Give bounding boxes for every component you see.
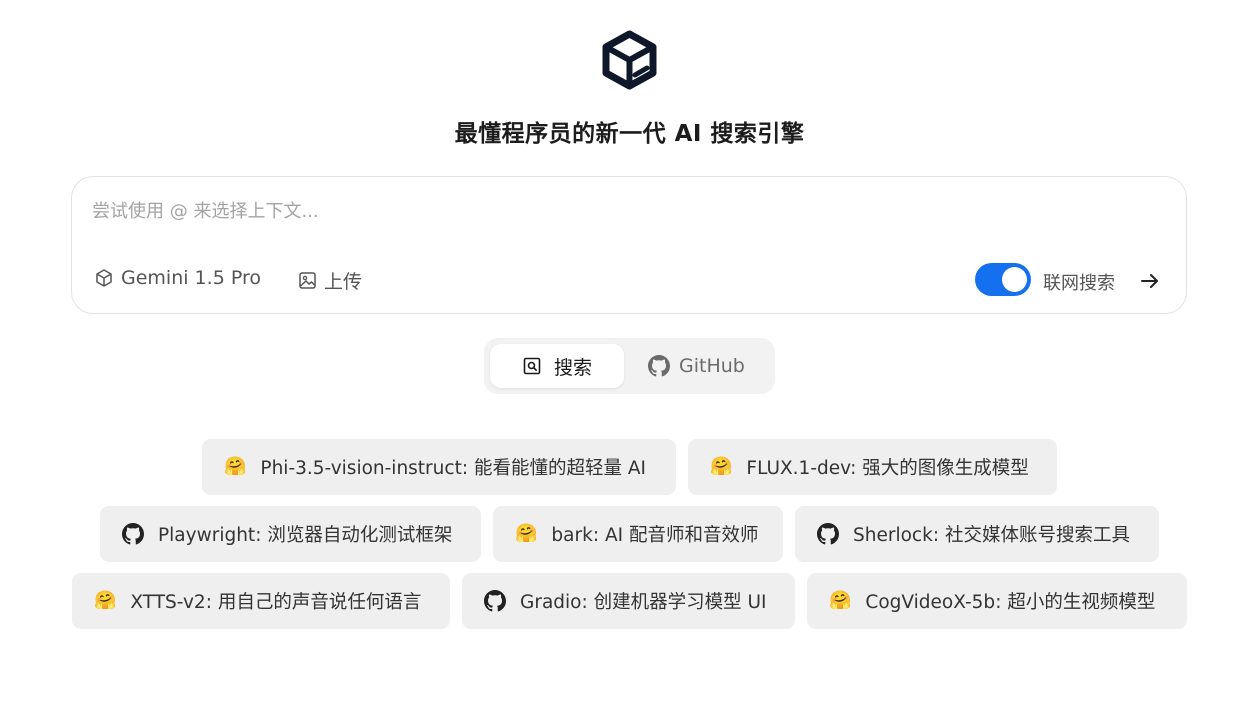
suggestion-desc: 创建机器学习模型 UI xyxy=(593,592,767,613)
suggestion-desc: AI 配音师和音效师 xyxy=(604,525,759,546)
search-icon xyxy=(523,357,541,375)
suggestion-desc: 社交媒体账号搜索工具 xyxy=(944,525,1130,546)
upload-button[interactable]: 上传 xyxy=(298,267,362,294)
hugging-face-icon: 🤗 xyxy=(224,456,247,477)
hugging-face-icon: 🤗 xyxy=(515,523,538,544)
suggestion-name: Phi-3.5-vision-instruct xyxy=(260,458,462,479)
search-box[interactable]: 尝试使用 @ 来选择上下文... Gemini 1.5 Pro 上传 联网搜索 xyxy=(71,176,1187,314)
suggestion-chip[interactable]: 🤗 Phi-3.5-vision-instruct: 能看能懂的超轻量 AI xyxy=(202,439,676,495)
suggestion-desc: 浏览器自动化测试框架 xyxy=(267,525,453,546)
github-icon xyxy=(484,590,506,612)
model-selector[interactable]: Gemini 1.5 Pro xyxy=(94,267,261,289)
cube-logo-icon xyxy=(602,30,657,90)
github-icon xyxy=(122,523,144,545)
model-label: Gemini 1.5 Pro xyxy=(121,267,261,289)
suggestion-desc: 超小的生视频模型 xyxy=(1007,592,1156,613)
suggestion-name: Sherlock xyxy=(853,525,933,546)
suggestion-chip[interactable]: Playwright: 浏览器自动化测试框架 xyxy=(100,506,481,562)
suggestion-name: XTTS-v2 xyxy=(130,592,206,613)
tab-search[interactable]: 搜索 xyxy=(490,344,624,388)
suggestion-desc: 能看能懂的超轻量 AI xyxy=(473,458,646,479)
suggestion-name: Playwright xyxy=(158,525,256,546)
upload-label: 上传 xyxy=(324,271,363,293)
search-input[interactable]: 尝试使用 @ 来选择上下文... xyxy=(92,197,319,223)
hugging-face-icon: 🤗 xyxy=(710,456,733,477)
image-icon xyxy=(299,272,316,289)
hugging-face-icon: 🤗 xyxy=(94,590,117,611)
suggestion-name: bark xyxy=(551,525,593,546)
web-search-toggle[interactable] xyxy=(975,263,1031,296)
suggestion-chip[interactable]: Gradio: 创建机器学习模型 UI xyxy=(462,573,795,629)
page-title: 最懂程序员的新一代 AI 搜索引擎 xyxy=(454,121,805,147)
toggle-knob xyxy=(1002,267,1027,292)
suggestion-desc: 强大的图像生成模型 xyxy=(862,458,1029,479)
hugging-face-icon: 🤗 xyxy=(829,590,852,611)
suggestion-chip[interactable]: 🤗 XTTS-v2: 用自己的声音说任何语言 xyxy=(72,573,450,629)
suggestion-name: Gradio xyxy=(520,592,582,613)
suggestion-chip[interactable]: 🤗 bark: AI 配音师和音效师 xyxy=(493,506,783,562)
suggestion-desc: 用自己的声音说任何语言 xyxy=(217,592,422,613)
suggestion-name: CogVideoX-5b xyxy=(865,592,996,613)
cube-icon xyxy=(96,269,112,287)
suggestion-chip[interactable]: Sherlock: 社交媒体账号搜索工具 xyxy=(795,506,1159,562)
suggestion-chip[interactable]: 🤗 CogVideoX-5b: 超小的生视频模型 xyxy=(807,573,1187,629)
suggestion-chip[interactable]: 🤗 FLUX.1-dev: 强大的图像生成模型 xyxy=(688,439,1057,495)
tab-label: GitHub xyxy=(679,355,745,377)
tab-label: 搜索 xyxy=(553,356,592,379)
suggestion-name: FLUX.1-dev xyxy=(746,458,851,479)
github-icon xyxy=(648,355,670,377)
arrow-right-icon[interactable] xyxy=(1138,269,1162,293)
github-icon xyxy=(817,523,839,545)
web-search-label: 联网搜索 xyxy=(1043,273,1115,294)
tab-github[interactable]: GitHub xyxy=(648,344,745,388)
mode-tabs: 搜索 GitHub xyxy=(484,338,775,394)
